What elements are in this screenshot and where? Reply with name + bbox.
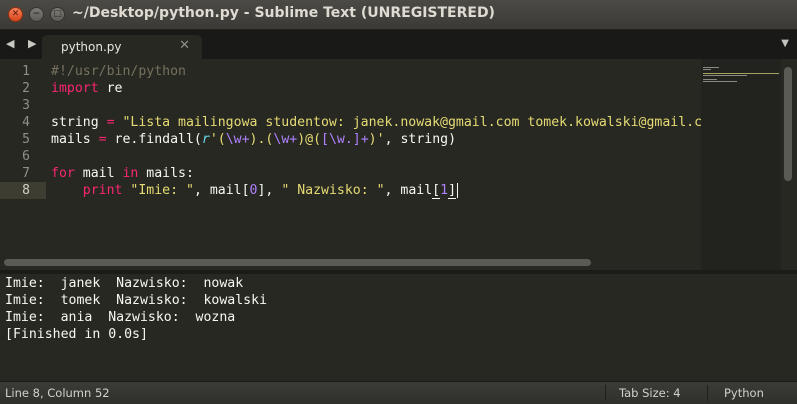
tab-label: python.py	[61, 40, 122, 54]
code-token: "Imie: "	[130, 183, 194, 198]
tab-bar: ◀ ▶ python.py ✕ ▼	[0, 30, 797, 59]
status-bar: Line 8, Column 52 Tab Size: 4 Python	[0, 381, 797, 404]
line-number: 8	[22, 183, 30, 198]
code-token: re.findall(	[106, 132, 202, 147]
syntax-selector[interactable]: Python	[724, 386, 764, 400]
line-number: 3	[22, 98, 30, 113]
line-number-gutter: 1 2 3 4 5 6 7 8	[0, 63, 38, 199]
minimap-line	[703, 81, 737, 82]
code-token: \w+	[273, 132, 298, 147]
text-cursor	[457, 182, 459, 198]
code-token: [\w.]+	[321, 132, 369, 147]
line-number: 5	[22, 132, 30, 147]
code-token: mails	[51, 132, 99, 147]
minimap-line	[703, 67, 719, 68]
title-bar: ✕ − □ ~/Desktop/python.py - Sublime Text…	[0, 0, 797, 30]
code-token: 1	[440, 183, 449, 198]
code-token: )@(	[297, 132, 322, 147]
code-token: =	[98, 132, 107, 147]
code-token: in	[122, 166, 139, 181]
build-output-panel: Imie: janek Nazwisko: nowak Imie: tomek N…	[0, 274, 797, 381]
code-line[interactable]: string = "Lista mailingowa studentow: ja…	[51, 114, 701, 131]
code-token: for	[51, 166, 75, 181]
horizontal-scrollbar[interactable]	[4, 259, 591, 266]
line-number: 4	[22, 115, 30, 130]
line-number: 1	[22, 64, 30, 79]
tab-nav-arrows[interactable]: ◀ ▶	[6, 37, 41, 50]
output-line: Imie: tomek Nazwisko: kowalski	[5, 293, 268, 308]
close-window-button[interactable]: ✕	[8, 7, 23, 22]
code-line[interactable]: mails = re.findall(r'(\w+).(\w+)@([\w.]+…	[51, 131, 701, 148]
code-editor[interactable]: 12345678 #!/usr/bin/python import re strin…	[0, 59, 797, 270]
output-line: [Finished in 0.0s]	[5, 327, 148, 342]
code-token: print	[82, 183, 123, 198]
code-token: " Nazwisko: "	[281, 183, 385, 198]
code-token: "Lista mailingowa studentow: janek.nowak…	[114, 115, 701, 130]
code-area[interactable]: #!/usr/bin/python import re string = "List…	[51, 63, 701, 199]
tab-close-icon[interactable]: ✕	[179, 38, 190, 53]
code-token: , mail[	[193, 183, 250, 198]
code-token: [	[432, 183, 441, 199]
vertical-scrollbar[interactable]	[784, 67, 792, 181]
minimize-window-button[interactable]: −	[29, 7, 44, 22]
tab-python-py[interactable]: python.py ✕	[42, 35, 202, 59]
code-token: #!/usr/bin/python	[51, 64, 186, 79]
minimap-line	[703, 75, 747, 76]
code-line[interactable]: for mail in mails:	[51, 165, 701, 182]
code-token: string	[51, 115, 107, 130]
maximize-window-button[interactable]: □	[50, 7, 65, 22]
minimap-line	[703, 69, 711, 70]
minimap-line	[703, 79, 717, 80]
code-token: =	[106, 115, 115, 130]
code-token: ]	[448, 183, 457, 199]
line-number: 7	[22, 166, 30, 181]
line-number: 6	[22, 149, 30, 164]
code-token: re	[98, 81, 123, 96]
code-token: mail	[74, 166, 123, 181]
code-token: '(	[209, 132, 226, 147]
tab-list-dropdown-icon[interactable]: ▼	[781, 38, 789, 49]
code-token: , mail	[384, 183, 433, 198]
output-line: Imie: ania Nazwisko: wozna	[5, 310, 236, 325]
minimap[interactable]	[701, 59, 781, 270]
cursor-position: Line 8, Column 52	[5, 386, 110, 400]
code-token: , string)	[384, 132, 457, 147]
code-token: )'	[368, 132, 385, 147]
output-line: Imie: janek Nazwisko: nowak	[5, 276, 244, 291]
status-separator	[605, 385, 606, 401]
code-token: \w+	[225, 132, 250, 147]
code-line[interactable]	[51, 148, 701, 165]
code-token: import	[51, 81, 99, 96]
code-line[interactable]	[51, 97, 701, 114]
code-token: r	[201, 132, 210, 147]
code-line[interactable]: import re	[51, 80, 701, 97]
tab-size-selector[interactable]: Tab Size: 4	[619, 386, 681, 400]
code-token: ],	[257, 183, 282, 198]
status-separator	[707, 385, 708, 401]
code-token: mails:	[138, 166, 194, 181]
code-line[interactable]: print "Imie: ", mail[0], " Nazwisko: ", …	[51, 182, 701, 199]
minimap-line	[703, 73, 779, 74]
line-number: 2	[22, 81, 30, 96]
code-line[interactable]: #!/usr/bin/python	[51, 63, 701, 80]
window-title: ~/Desktop/python.py - Sublime Text (UNRE…	[72, 5, 495, 21]
code-token: ).(	[249, 132, 274, 147]
